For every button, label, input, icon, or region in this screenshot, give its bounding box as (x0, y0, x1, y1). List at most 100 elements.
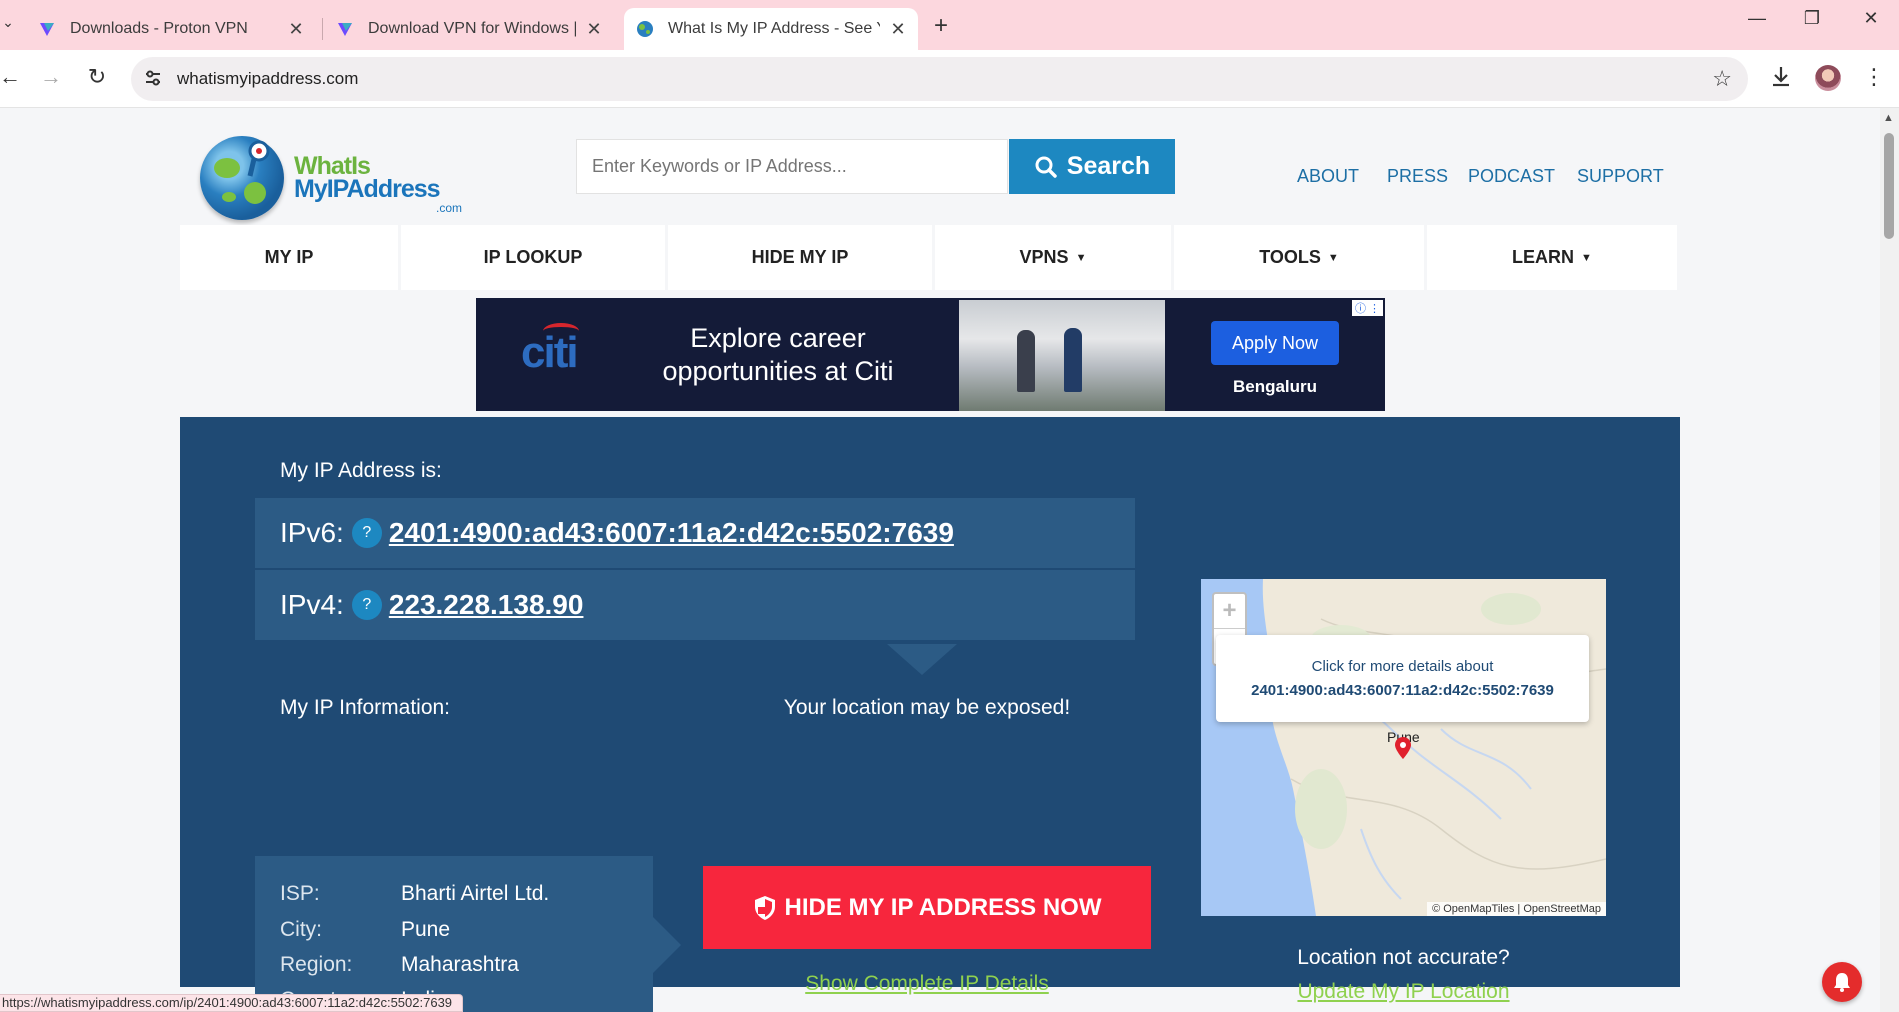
notification-bell-icon[interactable] (1822, 962, 1862, 1002)
location-map[interactable]: + − Click for more details about 2401:49… (1201, 579, 1606, 916)
back-icon[interactable]: ← (0, 64, 24, 90)
help-icon[interactable]: ? (351, 518, 382, 548)
map-popup-ip: 2401:4900:ad43:6007:11a2:d42c:5502:7639 (1251, 682, 1554, 699)
nav-my-ip[interactable]: MY IP (180, 225, 398, 290)
shield-icon (754, 895, 775, 920)
profile-avatar[interactable] (1815, 65, 1841, 91)
site-info-icon[interactable] (143, 68, 163, 88)
info-value: Pune (401, 918, 451, 941)
logo-globe-icon (200, 136, 284, 220)
browser-toolbar: ← → ↻ whatismyipaddress.com ☆ ⋮ (0, 50, 1899, 108)
menu-kebab-icon[interactable]: ⋮ (1860, 64, 1888, 90)
page-scrollbar[interactable]: ▲ (1880, 108, 1899, 1012)
show-ip-details-link[interactable]: Show Complete IP Details (703, 972, 1151, 996)
tab-list-chevron-icon[interactable]: ⌄ (0, 14, 22, 31)
new-tab-button[interactable]: + (928, 12, 954, 40)
map-pin-icon[interactable] (1395, 737, 1411, 759)
globe-icon (637, 21, 653, 37)
ad-brand: citi (521, 328, 579, 377)
ipv4-row: IPv4: ? 223.228.138.90 (255, 570, 1135, 640)
info-row-city: City: Pune (280, 918, 450, 942)
tab-title: Downloads - Proton VPN (70, 20, 248, 37)
info-key: City: (280, 918, 322, 941)
nav-vpns[interactable]: VPNS ▼ (935, 225, 1171, 290)
ipv4-address-link[interactable]: 223.228.138.90 (389, 589, 584, 621)
site-logo[interactable]: WhatIs MyIPAddress .com (200, 132, 462, 222)
map-popup[interactable]: Click for more details about 2401:4900:a… (1216, 635, 1589, 722)
search-button-label: Search (1066, 152, 1151, 180)
search-icon (1035, 156, 1057, 178)
ipv6-address-link[interactable]: 2401:4900:ad43:6007:11a2:d42c:5502:7639 (389, 517, 954, 549)
ip-panel: My IP Address is: IPv6: ? 2401:4900:ad43… (180, 417, 1680, 1012)
help-icon[interactable]: ? (351, 590, 382, 620)
zoom-in-button[interactable]: + (1214, 594, 1245, 629)
caret-down-icon: ▼ (1327, 251, 1339, 264)
update-location-link[interactable]: Update My IP Location (1201, 980, 1606, 1004)
restore-icon[interactable]: ❐ (1797, 8, 1827, 29)
close-tab-icon[interactable]: ✕ (890, 19, 906, 40)
info-row-isp: ISP: Bharti Airtel Ltd. (280, 882, 549, 906)
ipv4-label: IPv4: (280, 589, 344, 620)
map-popup-text: Click for more details about (1311, 658, 1494, 675)
scrollbar-thumb[interactable] (1884, 133, 1894, 239)
top-link-podcast[interactable]: PODCAST (1468, 166, 1555, 187)
reload-icon[interactable]: ↻ (83, 64, 111, 90)
ad-choices-icon[interactable]: ⓘ ⋮ (1351, 300, 1383, 316)
callout-pointer (653, 917, 681, 973)
forward-icon[interactable]: → (37, 64, 65, 90)
nav-label: LEARN (1512, 247, 1575, 267)
nav-label: VPNS (1019, 247, 1069, 267)
search-button[interactable]: Search (1009, 139, 1175, 194)
proton-vpn-icon (338, 23, 352, 36)
nav-label: TOOLS (1259, 247, 1321, 267)
location-warning: Your location may be exposed! (783, 696, 1071, 719)
address-bar[interactable]: whatismyipaddress.com ☆ (131, 57, 1748, 101)
ipv6-row: IPv6: ? 2401:4900:ad43:6007:11a2:d42c:55… (255, 498, 1135, 568)
info-heading: My IP Information: (280, 696, 451, 719)
bookmark-star-icon[interactable]: ☆ (1712, 66, 1732, 92)
nav-learn[interactable]: LEARN ▼ (1427, 225, 1677, 290)
top-link-press[interactable]: PRESS (1387, 166, 1448, 187)
nav-label: MY IP (264, 247, 314, 267)
nav-label: HIDE MY IP (751, 247, 849, 267)
caret-down-icon: ▼ (1581, 251, 1592, 264)
hide-my-ip-button[interactable]: HIDE MY IP ADDRESS NOW (703, 866, 1151, 949)
magnifier-pin-icon (247, 140, 270, 177)
tab-separator (322, 18, 323, 40)
ip-info-box: ISP: Bharti Airtel Ltd. City: Pune Region:… (255, 856, 653, 1012)
nav-label: IP LOOKUP (483, 247, 583, 267)
url-text: whatismyipaddress.com (177, 69, 359, 88)
top-link-support[interactable]: SUPPORT (1577, 166, 1664, 187)
close-window-icon[interactable]: ✕ (1856, 8, 1886, 29)
nav-hide-my-ip[interactable]: HIDE MY IP (668, 225, 932, 290)
close-tab-icon[interactable]: ✕ (586, 19, 602, 40)
top-link-about[interactable]: ABOUT (1297, 166, 1359, 187)
nav-ip-lookup[interactable]: IP LOOKUP (401, 225, 665, 290)
tab-download-vpn-windows[interactable]: Download VPN for Windows | P ✕ (324, 8, 614, 50)
ad-apply-button[interactable]: Apply Now (1211, 321, 1339, 365)
link-status-bar: https://whatismyipaddress.com/ip/2401:49… (0, 994, 464, 1012)
tab-what-is-my-ip[interactable]: What Is My IP Address - See Yo ✕ (624, 8, 918, 50)
citi-ad-banner[interactable]: citi Explore career opportunities at Cit… (476, 298, 1385, 411)
logo-text-myipaddress: MyIPAddress (294, 175, 441, 203)
info-key: ISP: (280, 882, 320, 905)
web-page: WhatIs MyIPAddress .com Search ABOUT PRE… (0, 108, 1880, 1012)
tab-downloads-proton[interactable]: Downloads - Proton VPN ✕ (26, 8, 316, 50)
scroll-up-icon[interactable]: ▲ (1883, 112, 1894, 124)
tab-title: Download VPN for Windows | P (368, 20, 576, 37)
info-key: Region: (280, 953, 353, 976)
tab-title: What Is My IP Address - See Yo (668, 20, 880, 37)
main-nav: MY IP IP LOOKUP HIDE MY IP VPNS ▼ TOOLS ▼ … (180, 225, 1680, 290)
tab-strip: ⌄ Downloads - Proton VPN ✕ Download VPN … (0, 0, 1899, 50)
ip-heading: My IP Address is: (280, 459, 442, 482)
ipv6-label: IPv6: (280, 517, 344, 548)
close-tab-icon[interactable]: ✕ (288, 19, 304, 40)
search-input[interactable] (576, 139, 1008, 194)
nav-tools[interactable]: TOOLS ▼ (1174, 225, 1424, 290)
download-icon[interactable] (1769, 64, 1793, 90)
ad-location: Bengaluru (1232, 377, 1318, 396)
map-attribution: © OpenMapTiles | OpenStreetMap (1427, 902, 1606, 916)
info-value: Maharashtra (401, 953, 519, 976)
ad-tagline: Explore career opportunities at Citi (662, 323, 894, 386)
minimize-icon[interactable]: — (1742, 8, 1772, 29)
